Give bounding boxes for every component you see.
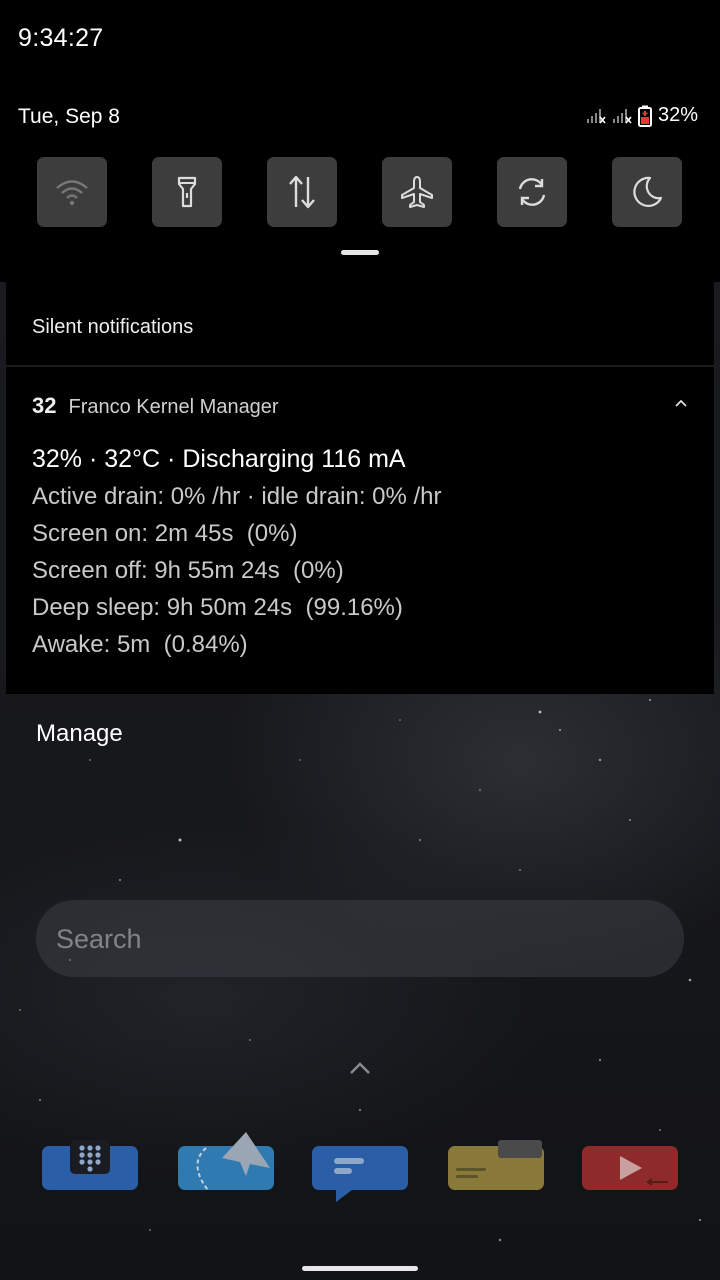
messages-icon	[312, 1146, 408, 1202]
quick-settings-shade: 9:34:27 Tue, Sep 8 32%	[0, 0, 720, 282]
notification-line: Screen on: 2m 45s (0%)	[32, 520, 298, 547]
phone-dialer-icon	[42, 1140, 138, 1190]
app-icon-text: 32	[32, 393, 57, 418]
youtube-icon	[582, 1146, 678, 1190]
tile-airplane[interactable]	[382, 157, 452, 227]
tile-auto-rotate[interactable]	[497, 157, 567, 227]
gesture-nav-bar[interactable]	[302, 1266, 418, 1271]
signal-1-icon	[586, 108, 606, 124]
status-date: Tue, Sep 8	[18, 105, 120, 128]
signal-2-icon	[612, 108, 632, 124]
notification-line: Awake: 5m (0.84%)	[32, 631, 248, 658]
app-name: Franco Kernel Manager	[68, 396, 279, 418]
notification-line: Screen off: 9h 55m 24s (0%)	[32, 557, 344, 584]
status-icons: 32%	[586, 104, 698, 127]
search-placeholder: Search	[56, 924, 142, 954]
search-bar[interactable]: Search	[36, 900, 684, 977]
dock-telegram[interactable]	[178, 1132, 274, 1196]
tile-mobile-data[interactable]	[267, 157, 337, 227]
night-mode-icon	[633, 176, 663, 207]
quick-tiles	[37, 157, 683, 227]
mobile-data-icon	[289, 175, 315, 209]
tile-night-mode[interactable]	[612, 157, 682, 227]
tile-flashlight[interactable]	[152, 157, 222, 227]
notification-card[interactable]: 32 Franco Kernel Manager 32% · 32°C · Di…	[6, 367, 714, 693]
dock-messages[interactable]	[312, 1140, 408, 1202]
files-icon	[448, 1140, 544, 1190]
dock-youtube[interactable]	[582, 1140, 678, 1196]
dock-files[interactable]	[448, 1140, 544, 1196]
dock-phone[interactable]	[42, 1140, 138, 1196]
notification-body: Active drain: 0% /hr · idle drain: 0% /h…	[32, 482, 442, 667]
tile-wifi[interactable]	[37, 157, 107, 227]
flashlight-icon	[177, 176, 197, 208]
section-title: Silent notifications	[32, 316, 194, 338]
notification-line: Active drain: 0% /hr · idle drain: 0% /h…	[32, 483, 442, 510]
notification-header: 32 Franco Kernel Manager	[32, 393, 279, 419]
shade-drag-handle[interactable]	[341, 250, 379, 255]
battery-percent: 32%	[657, 104, 698, 126]
app-drawer-chevron-icon[interactable]	[348, 1060, 372, 1076]
manage-button[interactable]: Manage	[36, 720, 123, 748]
silent-notifications-header: Silent notifications	[6, 288, 714, 365]
airplane-icon	[401, 176, 433, 208]
notification-title: 32% · 32°C · Discharging 116 mA	[32, 445, 406, 473]
notification-line: Deep sleep: 9h 50m 24s (99.16%)	[32, 594, 403, 621]
telegram-icon	[178, 1132, 274, 1191]
status-clock: 9:34:27	[18, 24, 104, 52]
battery-icon	[637, 105, 652, 127]
wifi-icon	[56, 180, 88, 206]
chevron-up-icon[interactable]	[674, 397, 688, 411]
auto-rotate-icon	[518, 178, 546, 206]
